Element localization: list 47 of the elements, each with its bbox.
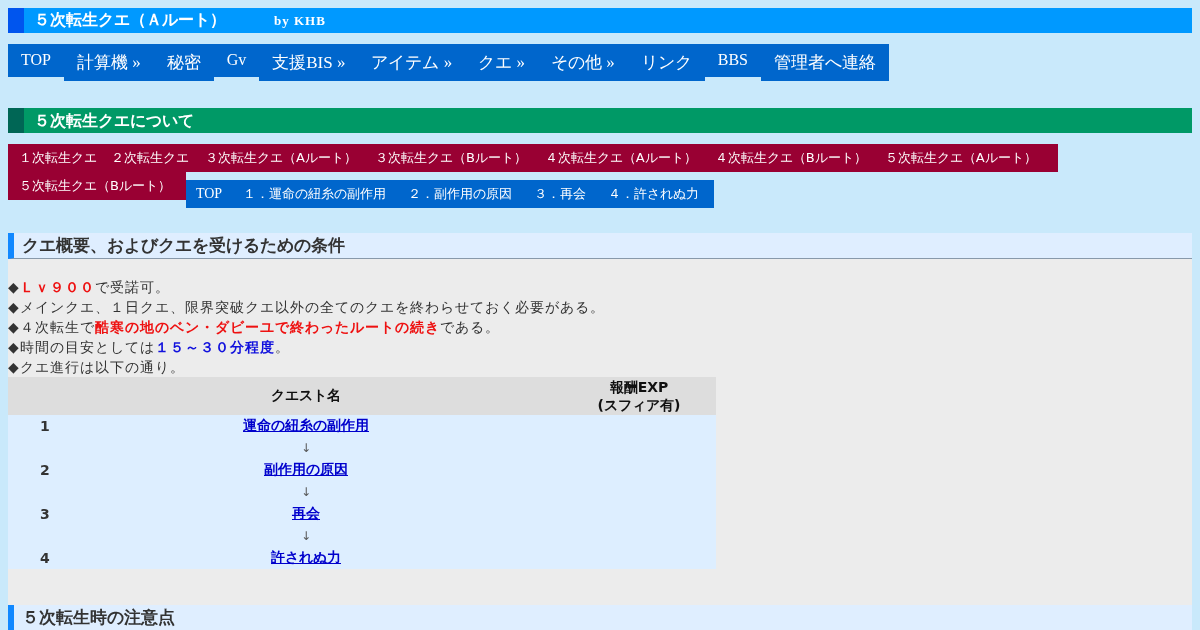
step-number: 4 — [39, 550, 50, 566]
nav-link[interactable]: 支援BIS » — [259, 44, 359, 81]
page-nav-link[interactable]: ２．副作用の原因 — [397, 185, 524, 203]
column-header: 報酬EXP (スフィア有) — [597, 379, 681, 413]
quest-link[interactable]: ３次転生クエ（Bルート） — [365, 149, 536, 167]
section-title: ５次転生クエについて — [8, 108, 1192, 133]
step-number: 3 — [39, 506, 50, 522]
quest-link[interactable]: ５次転生クエ（Bルート） — [12, 177, 178, 195]
nav-link[interactable]: 秘密 — [153, 44, 214, 81]
info-text: ◆時間の目安としては １５～３０分程度。 — [8, 338, 291, 357]
quest-link[interactable]: 許されぬ力 — [271, 549, 341, 565]
quest-link[interactable]: ３次転生クエ（Aルート） — [196, 149, 366, 167]
page-title: ５次転生クエ（Ａルート） — [34, 10, 226, 31]
column-header: クエスト名 — [271, 387, 341, 403]
nav-link[interactable]: リンク — [627, 44, 705, 81]
nav-link[interactable]: TOP — [8, 44, 64, 77]
quest-link[interactable]: １次転生クエ — [12, 149, 104, 167]
nav-link[interactable]: アイテム » — [358, 44, 466, 81]
step-number: 2 — [39, 462, 50, 478]
nav-link[interactable]: 管理者へ連絡 — [760, 44, 889, 81]
info-text: ◆メインクエ、１日クエ、限界突破クエ以外の全てのクエを終わらせておく必要がある。 — [8, 298, 606, 317]
step-number: 1 — [39, 418, 50, 434]
nav-link[interactable]: その他 » — [537, 44, 628, 81]
quest-link[interactable]: 再会 — [292, 505, 320, 521]
quest-link[interactable]: ５次転生クエ（Aルート） — [875, 149, 1046, 167]
quest-link[interactable]: 副作用の原因 — [264, 461, 348, 477]
nav-link[interactable]: BBS — [704, 44, 761, 77]
quest-link[interactable]: ４次転生クエ（Bルート） — [705, 149, 876, 167]
nav-link[interactable]: 計算機 » — [63, 44, 154, 81]
page-nav-link[interactable]: １．運命の紐糸の副作用 — [232, 185, 398, 203]
page-nav-link[interactable]: TOP — [185, 186, 233, 202]
nav-link[interactable]: クエ » — [465, 44, 538, 81]
down-arrow: ↓ — [300, 529, 312, 543]
page-nav-link[interactable]: ４．許されぬ力 — [597, 185, 711, 203]
author-byline: by KHB — [274, 12, 326, 29]
section-heading: ５次転生時の注意点 — [8, 605, 1192, 630]
section-heading: クエ概要、およびクエを受けるための条件 — [8, 233, 1192, 259]
page-nav-link[interactable]: ３．再会 — [523, 185, 598, 203]
down-arrow: ↓ — [300, 485, 312, 499]
info-text: ◆４次転生で酷寒の地のベン・ダビーユで終わったルートの続き である。 — [8, 318, 501, 337]
quest-link[interactable]: ２次転生クエ — [104, 149, 196, 167]
nav-link[interactable]: Gv — [213, 44, 260, 77]
quest-link[interactable]: ４次転生クエ（Aルート） — [535, 149, 706, 167]
info-text: ◆クエ進行は以下の通り。 — [8, 358, 186, 377]
down-arrow: ↓ — [300, 441, 312, 455]
info-text: ◆Ｌｖ９００ で受諾可。 — [8, 278, 171, 297]
quest-link[interactable]: 運命の紐糸の副作用 — [243, 417, 369, 433]
